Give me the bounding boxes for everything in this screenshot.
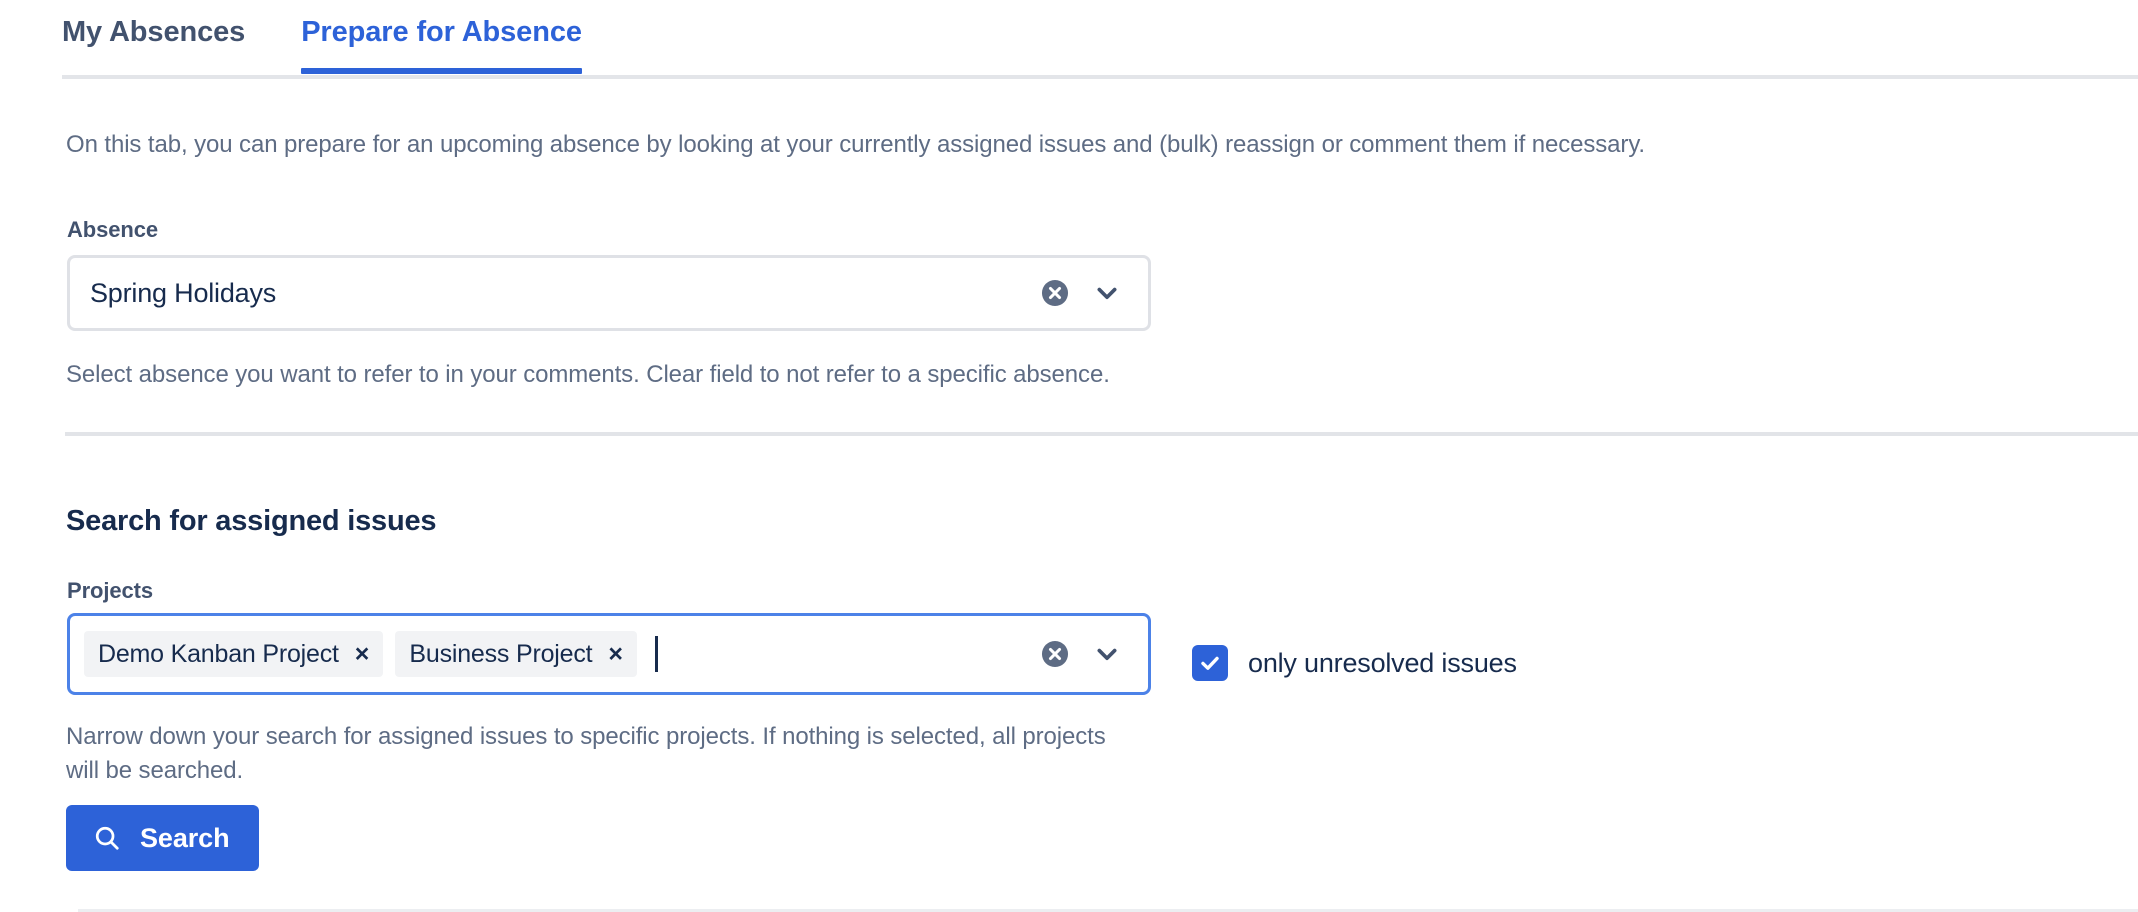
project-tag: Demo Kanban Project ×	[84, 631, 383, 677]
clear-circle-icon[interactable]	[1038, 276, 1072, 310]
projects-field-label: Projects	[67, 578, 153, 604]
project-tag-label: Demo Kanban Project	[98, 640, 339, 669]
section-divider	[65, 432, 2138, 436]
projects-help-text: Narrow down your search for assigned iss…	[66, 720, 1126, 788]
search-icon	[92, 823, 122, 853]
only-unresolved-row[interactable]: only unresolved issues	[1192, 645, 1517, 681]
only-unresolved-checkbox[interactable]	[1192, 645, 1228, 681]
prepare-for-absence-page: My Absences Prepare for Absence On this …	[0, 0, 2138, 912]
tab-my-absences[interactable]: My Absences	[62, 14, 245, 72]
tab-prepare-for-absence-label: Prepare for Absence	[301, 16, 582, 48]
project-tag: Business Project ×	[395, 631, 637, 677]
project-tag-remove-icon[interactable]: ×	[351, 642, 374, 667]
project-tag-remove-icon[interactable]: ×	[604, 642, 627, 667]
tab-bar: My Absences Prepare for Absence	[0, 0, 2138, 80]
intro-text: On this tab, you can prepare for an upco…	[66, 128, 1645, 162]
absence-select[interactable]: Spring Holidays	[67, 255, 1151, 331]
chevron-down-icon[interactable]	[1090, 637, 1124, 671]
tab-my-absences-label: My Absences	[62, 16, 245, 48]
absence-field-label: Absence	[67, 217, 158, 243]
projects-tag-list: Demo Kanban Project × Business Project ×	[70, 631, 1038, 677]
only-unresolved-label: only unresolved issues	[1248, 648, 1517, 679]
projects-multiselect[interactable]: Demo Kanban Project × Business Project ×	[67, 613, 1151, 695]
tab-bar-rule	[62, 75, 2138, 79]
absence-help-text: Select absence you want to refer to in y…	[66, 358, 1116, 392]
chevron-down-icon[interactable]	[1090, 276, 1124, 310]
text-cursor	[655, 636, 658, 672]
search-button-label: Search	[140, 823, 229, 854]
tab-prepare-for-absence[interactable]: Prepare for Absence	[301, 14, 582, 72]
search-button[interactable]: Search	[66, 805, 259, 871]
tab-list: My Absences Prepare for Absence	[62, 14, 582, 72]
absence-selected-value: Spring Holidays	[70, 278, 1038, 309]
clear-circle-icon[interactable]	[1038, 637, 1072, 671]
search-section-title: Search for assigned issues	[66, 505, 436, 538]
project-tag-label: Business Project	[409, 640, 592, 669]
